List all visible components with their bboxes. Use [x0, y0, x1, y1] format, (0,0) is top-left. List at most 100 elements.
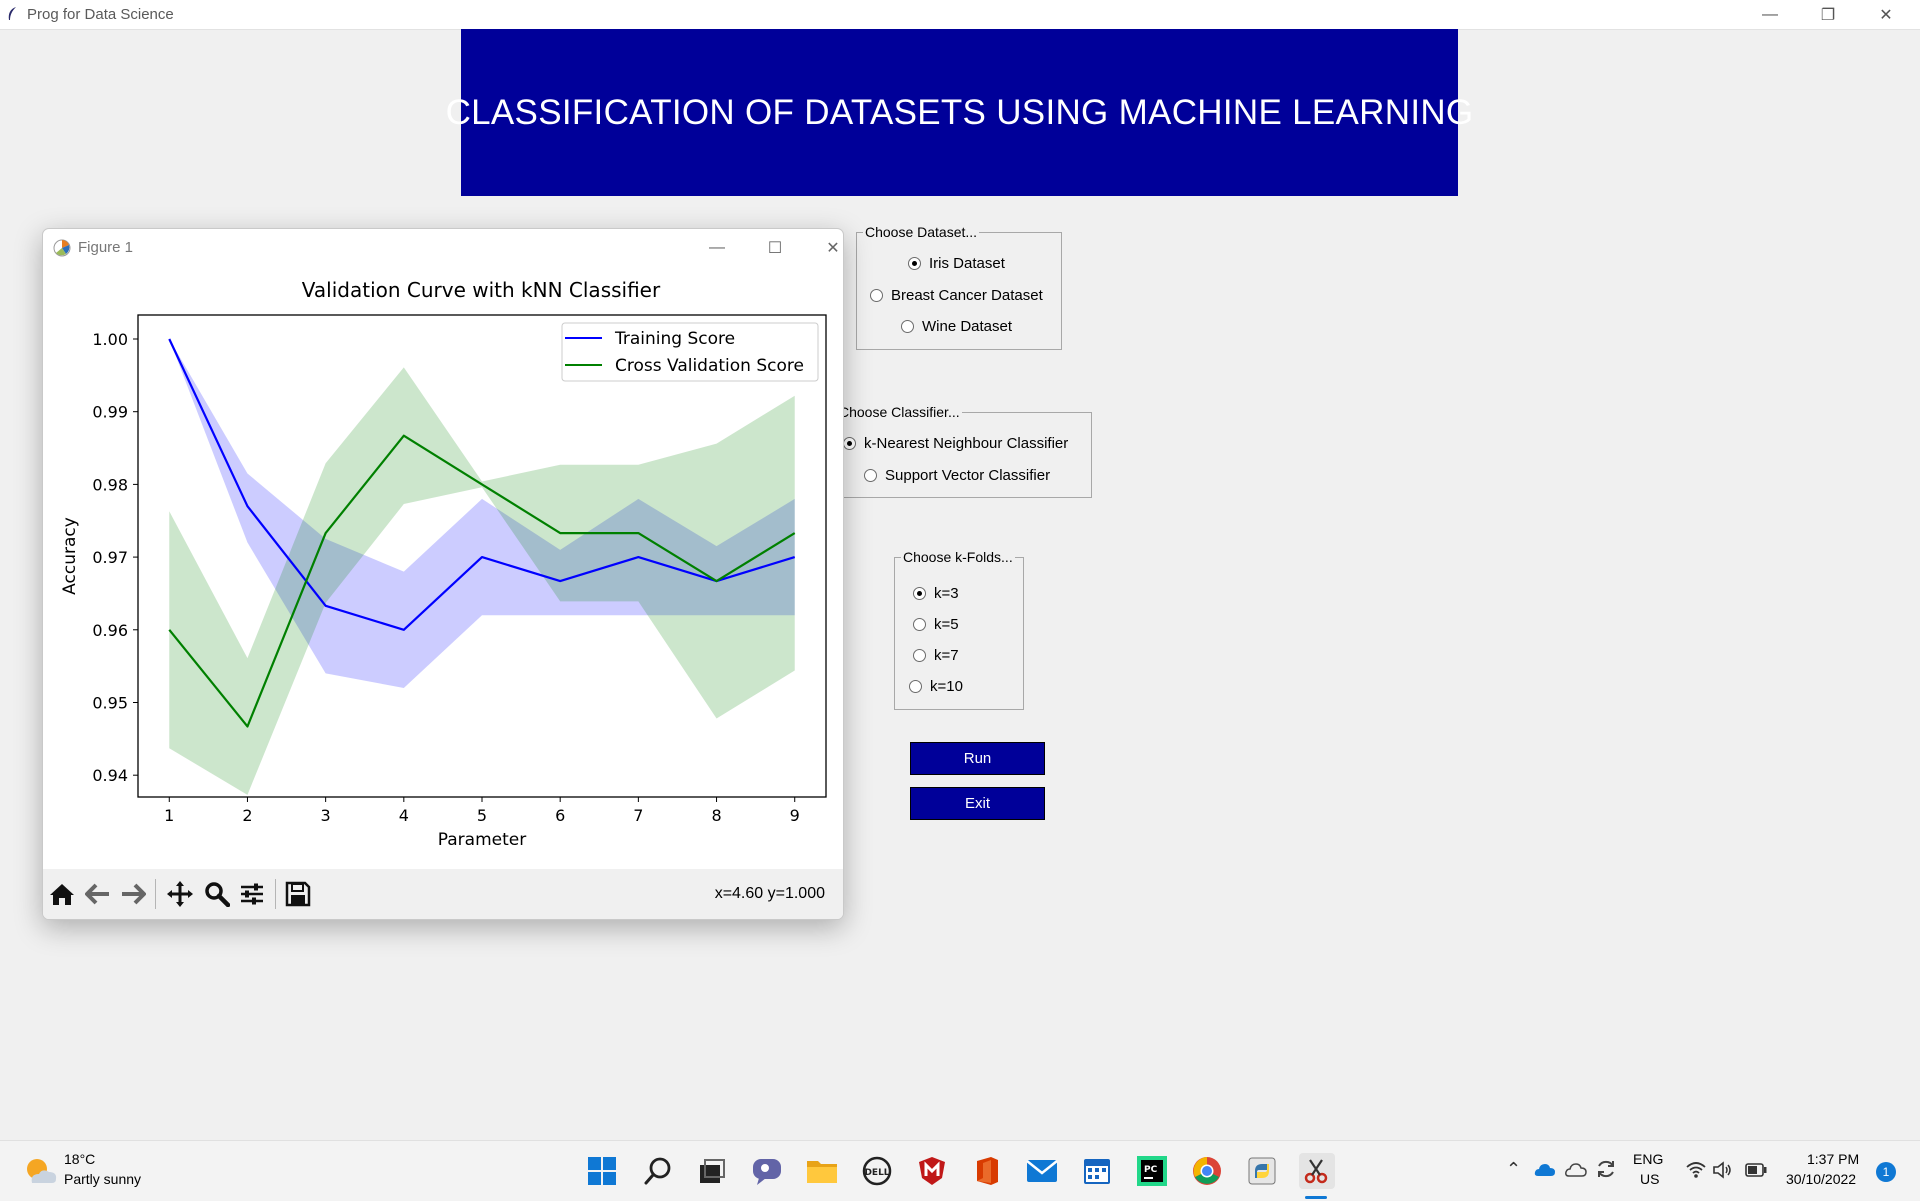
dataset-legend: Choose Dataset...	[863, 224, 979, 240]
radio-label: k=10	[930, 678, 963, 695]
taskbar: 18°C Partly sunny DELL PC ⌃	[0, 1140, 1920, 1201]
close-button[interactable]: ✕	[1858, 0, 1914, 29]
save-icon[interactable]	[283, 880, 313, 908]
mail-icon[interactable]	[1024, 1153, 1060, 1189]
cloud-icon[interactable]	[1565, 1161, 1587, 1177]
figure-close-button[interactable]: ✕	[813, 234, 844, 262]
radio-button[interactable]	[864, 469, 877, 482]
radio-label: Support Vector Classifier	[885, 467, 1050, 484]
figure-minimize-button[interactable]: —	[697, 234, 737, 262]
search-icon[interactable]	[640, 1153, 676, 1189]
toolbar-separator	[275, 879, 276, 909]
feather-app-icon	[6, 6, 18, 22]
onedrive-icon[interactable]	[1534, 1161, 1556, 1177]
y-tick-label: 0.99	[92, 403, 128, 422]
y-tick-label: 0.94	[92, 766, 128, 785]
radio-iris-dataset[interactable]: Iris Dataset	[908, 255, 1005, 272]
radio-button[interactable]	[913, 618, 926, 631]
radio-breast-cancer-dataset[interactable]: Breast Cancer Dataset	[870, 287, 1043, 304]
radio-label: k=7	[934, 647, 959, 664]
figure-window[interactable]: Figure 1 — ☐ ✕ Validation Curve with kNN…	[42, 228, 844, 920]
radio-button[interactable]	[843, 437, 856, 450]
main-window-titlebar[interactable]: Prog for Data Science — ❐ ✕	[0, 0, 1920, 30]
notification-badge[interactable]: 1	[1876, 1162, 1896, 1182]
radio-k7[interactable]: k=7	[913, 647, 959, 664]
classifier-legend: Choose Classifier...	[837, 404, 962, 420]
back-arrow-icon[interactable]	[83, 880, 113, 908]
windows-icon[interactable]	[584, 1153, 620, 1189]
kfolds-legend: Choose k-Folds...	[901, 549, 1015, 565]
radio-button[interactable]	[913, 587, 926, 600]
task-view-icon[interactable]	[694, 1153, 730, 1189]
python-icon[interactable]	[1244, 1153, 1280, 1189]
radio-label: k-Nearest Neighbour Classifier	[864, 435, 1068, 452]
chart-legend: Training Score Cross Validation Score	[562, 323, 818, 381]
radio-label: Iris Dataset	[929, 255, 1005, 272]
chart-title: Validation Curve with kNN Classifier	[302, 278, 661, 302]
mcafee-icon[interactable]	[914, 1153, 950, 1189]
x-tick-label: 2	[242, 806, 252, 825]
svg-text:DELL: DELL	[864, 1168, 889, 1178]
pan-icon[interactable]	[165, 880, 195, 908]
home-icon[interactable]	[47, 880, 77, 908]
radio-knn-classifier[interactable]: k-Nearest Neighbour Classifier	[843, 435, 1068, 452]
radio-label: k=3	[934, 585, 959, 602]
radio-button[interactable]	[913, 649, 926, 662]
battery-icon[interactable]	[1745, 1163, 1767, 1177]
x-tick-label: 7	[633, 806, 643, 825]
region-indicator[interactable]: US	[1640, 1171, 1659, 1187]
matplotlib-toolbar: x=4.60 y=1.000	[43, 869, 843, 919]
snipping-tool-icon[interactable]	[1299, 1153, 1335, 1189]
file-explorer-icon[interactable]	[804, 1153, 840, 1189]
volume-icon[interactable]	[1712, 1161, 1732, 1179]
radio-wine-dataset[interactable]: Wine Dataset	[901, 318, 1012, 335]
active-app-indicator	[1305, 1196, 1327, 1199]
title-banner: CLASSIFICATION OF DATASETS USING MACHINE…	[461, 29, 1458, 196]
weather-widget[interactable]: 18°C Partly sunny	[24, 1155, 58, 1192]
legend-label-training: Training Score	[614, 329, 735, 349]
y-tick-label: 0.95	[92, 693, 128, 712]
y-tick-label: 0.98	[92, 475, 128, 494]
radio-k5[interactable]: k=5	[913, 616, 959, 633]
radio-button[interactable]	[870, 289, 883, 302]
toolbar-separator	[155, 879, 156, 909]
clock-time[interactable]: 1:37 PM	[1807, 1151, 1859, 1167]
weather-temp: 18°C	[64, 1151, 95, 1167]
run-button[interactable]: Run	[910, 742, 1045, 775]
radio-button[interactable]	[909, 680, 922, 693]
y-axis-label: Accuracy	[60, 517, 80, 595]
radio-button[interactable]	[908, 257, 921, 270]
configure-subplots-icon[interactable]	[237, 880, 267, 908]
pycharm-icon[interactable]: PC	[1134, 1153, 1170, 1189]
exit-button[interactable]: Exit	[910, 787, 1045, 820]
calendar-icon[interactable]	[1079, 1153, 1115, 1189]
figure-maximize-button[interactable]: ☐	[755, 234, 795, 262]
y-tick-label: 1.00	[92, 330, 128, 349]
radio-k3[interactable]: k=3	[913, 585, 959, 602]
zoom-icon[interactable]	[202, 880, 232, 908]
matplotlib-icon	[53, 239, 71, 257]
y-tick-label: 0.97	[92, 548, 128, 567]
minimize-button[interactable]: —	[1742, 0, 1798, 29]
cursor-coordinates: x=4.60 y=1.000	[715, 885, 825, 903]
dell-icon[interactable]: DELL	[859, 1153, 895, 1189]
chrome-icon[interactable]	[1189, 1153, 1225, 1189]
wifi-icon[interactable]	[1686, 1161, 1706, 1179]
window-title: Prog for Data Science	[27, 6, 174, 23]
chat-icon[interactable]	[749, 1153, 785, 1189]
clock-date[interactable]: 30/10/2022	[1786, 1171, 1856, 1187]
figure-titlebar[interactable]: Figure 1 — ☐ ✕	[43, 229, 843, 267]
chevron-up-icon[interactable]: ⌃	[1506, 1159, 1521, 1180]
forward-arrow-icon[interactable]	[118, 880, 148, 908]
radio-k10[interactable]: k=10	[909, 678, 963, 695]
language-indicator[interactable]: ENG	[1633, 1151, 1663, 1167]
radio-button[interactable]	[901, 320, 914, 333]
banner-text: CLASSIFICATION OF DATASETS USING MACHINE…	[446, 93, 1474, 133]
sync-icon[interactable]	[1595, 1158, 1617, 1180]
radio-label: k=5	[934, 616, 959, 633]
y-tick-label: 0.96	[92, 621, 128, 640]
validation-curve-chart: Validation Curve with kNN Classifier 123…	[43, 267, 843, 867]
office-icon[interactable]	[969, 1153, 1005, 1189]
restore-button[interactable]: ❐	[1800, 0, 1856, 29]
radio-svc-classifier[interactable]: Support Vector Classifier	[864, 467, 1050, 484]
